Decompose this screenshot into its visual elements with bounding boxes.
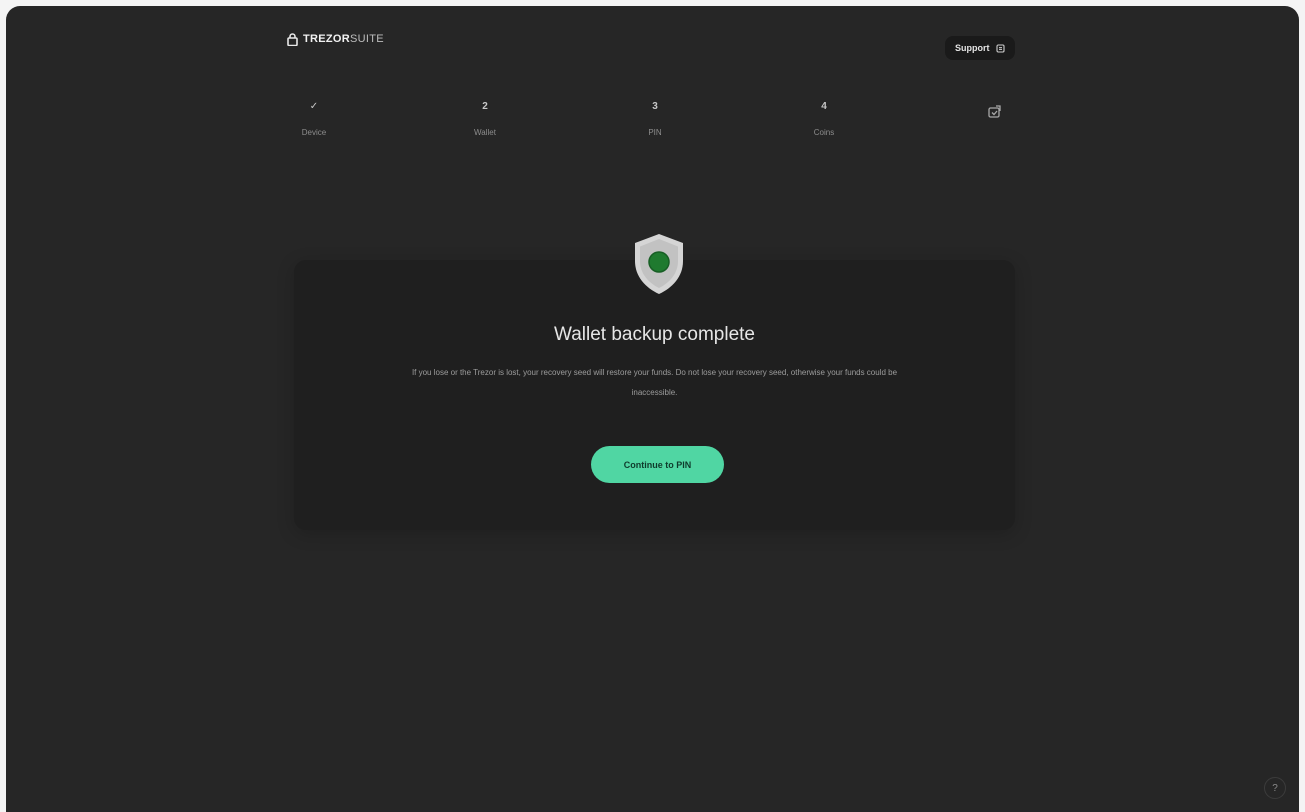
step-pin[interactable]: 3 PIN	[625, 100, 685, 137]
shield-check-icon	[624, 231, 694, 299]
step-label: Coins	[813, 128, 835, 137]
wallet-check-icon	[987, 104, 1003, 125]
continue-to-pin-button[interactable]: Continue to PIN	[591, 446, 724, 483]
step-wallet[interactable]: 2 Wallet	[455, 100, 515, 137]
support-button[interactable]: Support	[945, 36, 1015, 60]
step-number: 3	[652, 101, 658, 112]
trezor-suite-logo: TREZORSUITE	[287, 32, 384, 46]
app-window: TREZORSUITE Support ✓ Device 2 Wallet 3 …	[6, 6, 1299, 812]
lock-icon	[287, 32, 298, 46]
step-number: ✓	[309, 101, 319, 112]
step-label: PIN	[648, 128, 662, 137]
card-title: Wallet backup complete	[553, 324, 755, 345]
onboarding-stepper: ✓ Device 2 Wallet 3 PIN 4 Coins	[6, 100, 1299, 150]
step-number: 2	[482, 101, 488, 112]
step-number: 4	[821, 101, 827, 112]
step-device[interactable]: ✓ Device	[284, 100, 344, 137]
step-label: Wallet	[474, 128, 496, 137]
logo-text: TREZORSUITE	[303, 33, 384, 45]
support-label: Support	[955, 43, 990, 53]
step-label: Device	[301, 128, 327, 137]
help-button[interactable]: ?	[1264, 777, 1286, 799]
step-coins[interactable]: 4 Coins	[794, 100, 854, 137]
support-icon	[995, 43, 1005, 53]
backup-complete-card: Wallet backup complete If you lose or th…	[294, 260, 1015, 530]
help-icon: ?	[1272, 782, 1278, 794]
card-description: If you lose or the Trezor is lost, your …	[411, 368, 898, 397]
